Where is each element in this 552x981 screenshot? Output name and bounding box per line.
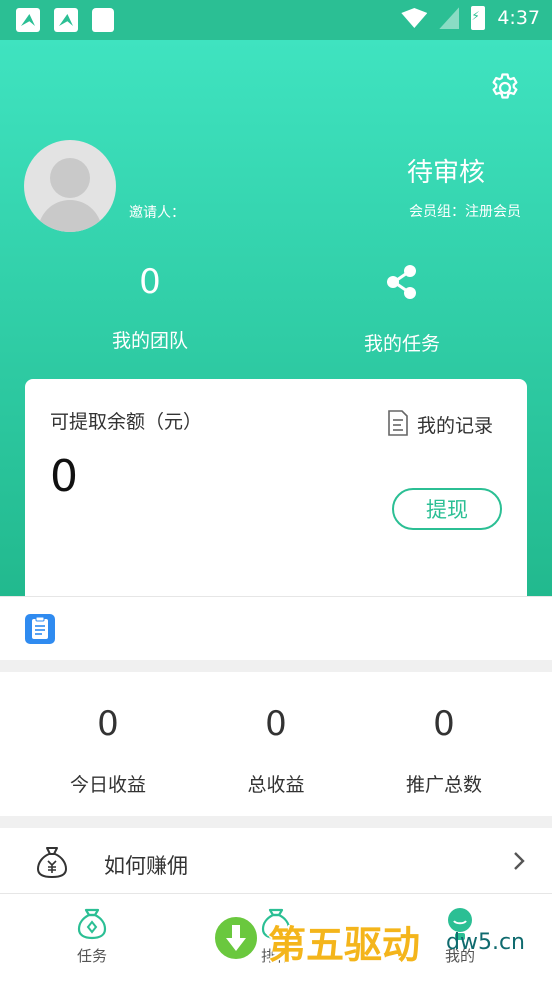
share-icon[interactable] (382, 262, 422, 302)
team-count[interactable]: 0 (110, 262, 190, 302)
withdraw-button[interactable]: 提现 (392, 488, 502, 530)
nav-tasks[interactable]: 任务 (0, 895, 184, 981)
my-records-link[interactable]: 我的记录 (417, 411, 493, 438)
status-time: 4:37 (497, 7, 540, 29)
section-divider (0, 660, 552, 672)
how-to-earn-row[interactable]: 如何赚佣 (0, 828, 552, 894)
watermark-logo: 第五驱动 dw5.cn (210, 908, 550, 968)
battery-icon (471, 6, 486, 30)
my-tasks-label[interactable]: 我的任务 (342, 329, 462, 356)
wifi-icon (401, 8, 428, 28)
stat-promotion-total: 0 推广总数 (360, 672, 528, 797)
stat-value: 0 (265, 704, 287, 744)
stat-value: 0 (433, 704, 455, 744)
watermark-domain: dw5.cn (446, 930, 525, 955)
nav-label: 任务 (76, 947, 107, 965)
my-team-label[interactable]: 我的团队 (90, 326, 210, 353)
app-notification-icon (16, 8, 40, 32)
chevron-right-icon (514, 852, 525, 870)
document-icon[interactable] (387, 409, 409, 437)
notice-row[interactable] (0, 596, 552, 660)
stat-label: 推广总数 (405, 774, 482, 796)
stat-today-earnings: 0 今日收益 (24, 672, 192, 797)
settings-gear-icon[interactable] (488, 71, 522, 105)
section-divider (0, 816, 552, 828)
balance-card: 可提取余额（元） 0 我的记录 提现 (25, 379, 527, 596)
inviter-label: 邀请人： (129, 205, 185, 221)
review-status: 待审核 (406, 158, 485, 188)
stat-label: 总收益 (247, 774, 305, 796)
money-bag-icon (77, 908, 107, 940)
app-notification-icon (54, 8, 78, 32)
stat-total-earnings: 0 总收益 (192, 672, 360, 797)
money-bag-icon (36, 847, 68, 879)
balance-value: 0 (50, 451, 78, 502)
status-bar: 4:37 (0, 0, 552, 40)
signal-icon (439, 7, 460, 29)
member-group: 会员组：注册会员 (409, 204, 521, 220)
clipboard-icon (25, 614, 55, 644)
download-arrow-icon (212, 914, 260, 962)
avatar[interactable] (24, 140, 116, 232)
watermark-text: 第五驱动 (268, 923, 421, 967)
shopping-bag-icon (92, 8, 114, 32)
earnings-stats: 0 今日收益 0 总收益 0 推广总数 (0, 672, 552, 816)
stat-label: 今日收益 (69, 774, 146, 796)
how-to-earn-label: 如何赚佣 (104, 854, 188, 878)
balance-title: 可提取余额（元） (50, 411, 203, 433)
stat-value: 0 (97, 704, 119, 744)
